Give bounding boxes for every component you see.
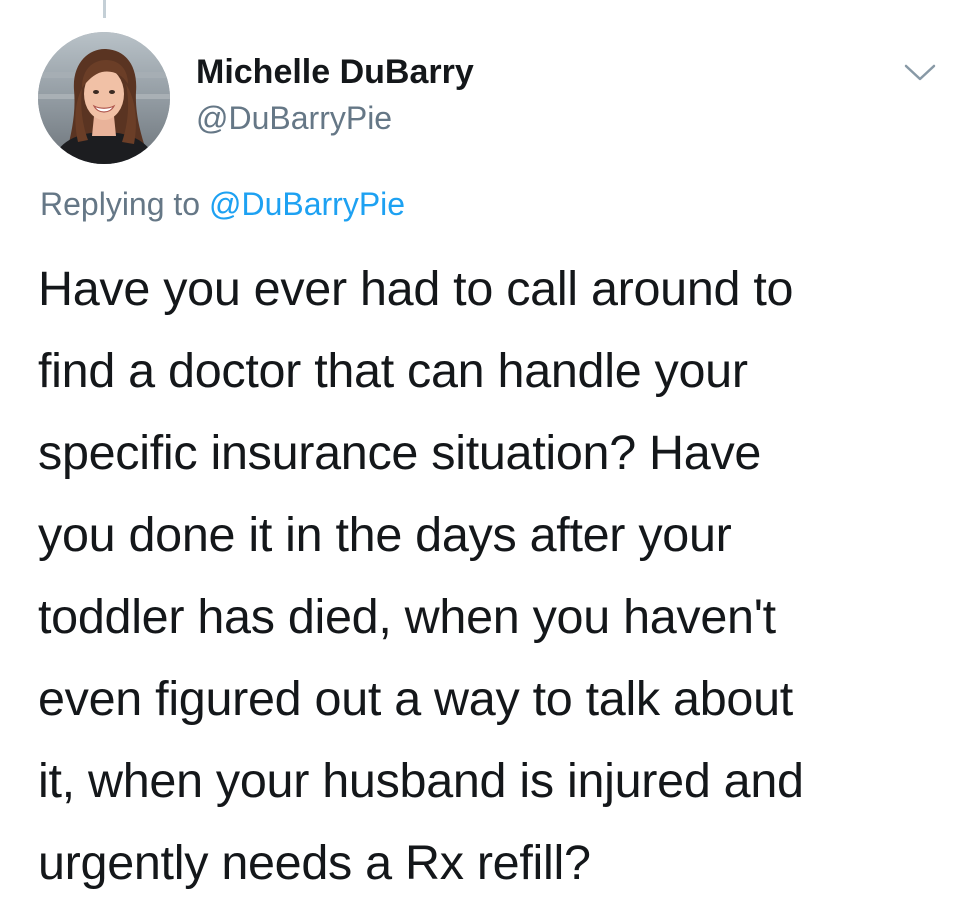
tweet-text-line: you done it in the days after your — [38, 508, 732, 562]
tweet-text-line: find a doctor that can handle your — [38, 344, 748, 398]
reply-context-prefix: Replying to — [40, 186, 201, 222]
tweet-text-line: Have you ever had to call around to — [38, 262, 794, 316]
reply-mention-link[interactable]: @DuBarryPie — [209, 186, 405, 222]
tweet-text-line: urgently needs a Rx refill? — [38, 836, 591, 890]
author-handle[interactable]: @DuBarryPie — [196, 98, 474, 138]
reply-context: Replying to @DuBarryPie — [40, 184, 405, 224]
tweet-text-line: toddler has died, when you haven't — [38, 590, 776, 644]
author-block[interactable]: Michelle DuBarry @DuBarryPie — [196, 52, 474, 138]
thread-connector-line — [103, 0, 106, 18]
author-display-name[interactable]: Michelle DuBarry — [196, 52, 474, 92]
profile-photo — [38, 32, 170, 164]
tweet-text-line: specific insurance situation? Have — [38, 426, 762, 480]
tweet-body: Have you ever had to call around to find… — [38, 248, 943, 904]
tweet-text-line: it, when your husband is injured and — [38, 754, 804, 808]
chevron-down-icon[interactable] — [902, 60, 938, 84]
avatar[interactable] — [38, 32, 170, 164]
tweet-text-line: even figured out a way to talk about — [38, 672, 793, 726]
